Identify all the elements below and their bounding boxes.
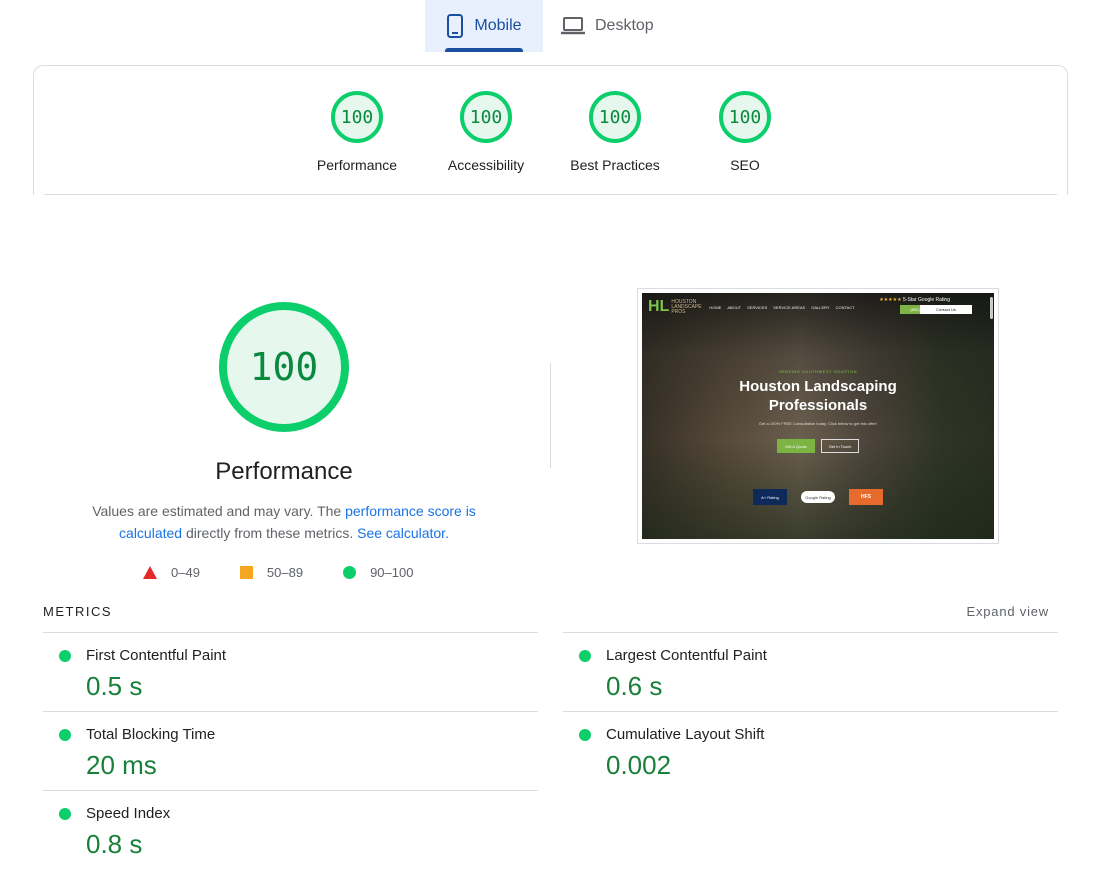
tab-mobile[interactable]: Mobile [425,0,543,52]
desc-text-2: directly from these metrics. [182,525,358,541]
site-badges: A+ Rating Google Rating HFS [642,489,994,505]
final-screenshot[interactable]: HL HOUSTON LANDSCAPE PROS HOME ABOUT SER… [637,288,999,544]
metrics-header: METRICS [43,604,112,619]
site-hfs-badge: HFS [849,489,883,505]
device-tabs: Mobile Desktop [425,0,672,52]
metric-speed-index: Speed Index 0.8 s [43,790,538,869]
square-icon [239,566,253,579]
site-scrollbar [990,297,993,319]
score-legend: 0–49 50–89 90–100 [143,565,453,580]
site-hero-buttons: Get A Quote Get In Touch [642,439,994,453]
site-rating-text: 5-Star Google Rating [903,297,950,303]
pass-dot-icon [59,808,71,820]
tab-mobile-label: Mobile [474,17,522,34]
legend-fail-range: 0–49 [171,565,200,580]
metric-name: Largest Contentful Paint [606,647,767,664]
legend-pass-range: 90–100 [370,565,414,580]
metrics-right-column: Largest Contentful Paint 0.6 s Cumulativ… [563,632,1058,790]
metric-fcp: First Contentful Paint 0.5 s [43,632,538,711]
metric-value: 0.002 [606,750,672,780]
accessibility-score: 100 [460,91,512,143]
metric-value: 20 ms [86,750,157,780]
metric-name: First Contentful Paint [86,647,227,664]
site-hero-sub: Get a 100% FREE Consultation today. Clic… [759,421,877,426]
metric-cls: Cumulative Layout Shift 0.002 [563,711,1058,790]
metric-value: 0.6 s [606,671,663,701]
seo-score: 100 [719,91,771,143]
metrics-left-column: First Contentful Paint 0.5 s Total Block… [43,632,538,869]
expand-view-button[interactable]: Expand view [966,604,1049,619]
best-practices-score: 100 [589,91,641,143]
desc-text-1: Values are estimated and may vary. The [92,503,346,519]
metric-value: 0.5 s [86,671,143,701]
site-nav-item: CONTACT [835,304,855,310]
site-quote-button: Get A Quote [777,439,815,453]
pass-dot-icon [59,650,71,662]
performance-gauge-large: 100 [219,302,349,432]
metric-name: Total Blocking Time [86,726,216,743]
seo-label: SEO [730,157,760,173]
site-nav-item: HOME [709,304,722,310]
site-hero-title: Houston Landscaping Professionals [739,378,897,414]
site-nav-item: SERVICE AREAS [773,304,806,310]
site-serving: SERVING SOUTHWEST HOUSTON [778,369,858,374]
site-touch-button: Get In Touch [821,439,859,453]
gauge-seo[interactable]: 100 SEO [680,91,810,173]
circle-icon [343,566,357,579]
metric-tbt: Total Blocking Time 20 ms [43,711,538,790]
site-nav-item: GALLERY [811,304,830,310]
site-google-badge: Google Rating [801,491,835,503]
accessibility-label: Accessibility [447,157,525,173]
best-practices-label: Best Practices [570,157,660,173]
gauge-best-practices[interactable]: 100 Best Practices [550,91,680,173]
screenshot-image: HL HOUSTON LANDSCAPE PROS HOME ABOUT SER… [642,293,994,539]
performance-description: Values are estimated and may vary. The p… [84,500,484,544]
tab-desktop-label: Desktop [595,17,654,34]
pass-dot-icon [579,729,591,741]
site-rating: ★★★★★ 5-Star Google Rating [879,297,950,303]
legend-average-range: 50–89 [266,565,304,580]
divider [44,194,1057,195]
score-summary: 100 Performance 100 Accessibility 100 Be… [33,65,1068,195]
metric-name: Speed Index [86,805,171,822]
metric-name: Cumulative Layout Shift [606,726,765,743]
tab-desktop[interactable]: Desktop [543,0,672,52]
metric-value: 0.8 s [86,829,143,859]
legend-average: 50–89 [239,565,304,580]
site-bbb-badge: A+ Rating [753,489,787,505]
site-contact-button: Contact Us [920,305,972,314]
smartphone-icon [446,14,464,38]
performance-score: 100 [331,91,383,143]
performance-title: Performance [215,458,353,485]
gauge-accessibility[interactable]: 100 Accessibility [421,91,551,173]
pass-dot-icon [579,650,591,662]
triangle-icon [143,566,157,579]
metric-lcp: Largest Contentful Paint 0.6 s [563,632,1058,711]
laptop-icon [561,16,585,36]
site-logo-sub: HOUSTON LANDSCAPE PROS [671,298,702,315]
site-nav-item: SERVICES [747,304,768,310]
site-nav-item: ABOUT [727,304,742,310]
gauge-performance[interactable]: 100 Performance [292,91,422,173]
legend-fail: 0–49 [143,565,200,580]
legend-pass: 90–100 [343,565,413,580]
pass-dot-icon [59,729,71,741]
site-logo: HL [648,298,670,315]
see-calculator-link[interactable]: See calculator. [357,525,449,541]
site-nav-links: HOME ABOUT SERVICES SERVICE AREAS GALLER… [709,305,854,310]
vertical-divider [550,363,551,468]
performance-label: Performance [316,157,398,173]
